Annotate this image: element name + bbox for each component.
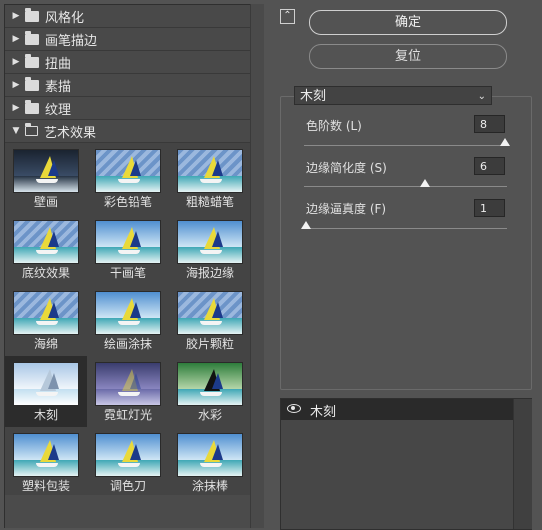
filter-label: 干画笔 xyxy=(109,266,146,280)
folder-icon xyxy=(25,30,39,45)
filter-select-value: 木刻 xyxy=(300,89,327,104)
filter-label: 水彩 xyxy=(197,408,222,422)
category-sketch[interactable]: ▶ 素描 xyxy=(5,74,250,97)
filter-plastic-wrap[interactable]: 塑料包装 xyxy=(5,427,87,495)
filter-label: 霓虹灯光 xyxy=(103,408,152,422)
folder-icon xyxy=(25,99,39,114)
category-brush-strokes[interactable]: ▶ 画笔描边 xyxy=(5,28,250,51)
eye-icon[interactable] xyxy=(287,404,301,413)
effect-layer-name: 木刻 xyxy=(310,405,337,420)
edge-simplicity-input[interactable]: 6 xyxy=(474,157,505,175)
filter-sponge[interactable]: 海绵 xyxy=(5,285,87,356)
filter-label: 胶片颗粒 xyxy=(185,337,234,351)
filter-thumbnail xyxy=(13,149,79,193)
edge-simplicity-slider-track[interactable] xyxy=(304,186,507,187)
filter-colored-pencil[interactable]: 彩色铅笔 xyxy=(87,143,169,214)
filter-settings-panel xyxy=(280,96,532,390)
filter-label: 调色刀 xyxy=(109,479,146,493)
filter-underpainting[interactable]: 底纹效果 xyxy=(5,214,87,285)
filter-thumbnail xyxy=(95,149,161,193)
filter-label: 彩色铅笔 xyxy=(103,195,152,209)
category-label: 风格化 xyxy=(45,10,85,26)
ok-button[interactable]: 确定 xyxy=(309,10,507,35)
filter-palette-knife[interactable]: 调色刀 xyxy=(87,427,169,495)
levels-input[interactable]: 8 xyxy=(474,115,505,133)
param-label-edge-fidelity: 边缘逼真度 (F) xyxy=(306,202,387,216)
filter-smudge-stick[interactable]: 涂抹棒 xyxy=(169,427,250,495)
filter-thumbnail xyxy=(177,362,243,406)
effect-layers-scrollbar[interactable] xyxy=(513,399,532,529)
filter-thumbnail xyxy=(13,362,79,406)
effect-layers-panel: 木刻 xyxy=(280,398,532,530)
filter-thumbnail xyxy=(95,291,161,335)
collapse-up-icon[interactable]: ⌃ xyxy=(280,9,295,24)
folder-icon xyxy=(25,7,39,22)
levels-slider-handle[interactable] xyxy=(500,138,510,146)
category-artistic[interactable]: ▼ 艺术效果 xyxy=(5,120,250,143)
filter-label: 壁画 xyxy=(33,195,58,209)
filter-thumbnail xyxy=(95,433,161,477)
filter-thumbnail xyxy=(177,433,243,477)
gallery-footer xyxy=(4,495,250,528)
filter-label: 塑料包装 xyxy=(21,479,70,493)
category-label: 艺术效果 xyxy=(44,125,97,141)
caret-right-icon[interactable]: ▶ xyxy=(7,34,25,44)
chevron-down-icon: ⌄ xyxy=(477,91,486,102)
filter-poster-edges[interactable]: 海报边缘 xyxy=(169,214,250,285)
caret-down-icon[interactable]: ▼ xyxy=(7,126,25,136)
filter-neon-glow[interactable]: 霓虹灯光 xyxy=(87,356,169,427)
filter-fresco[interactable]: 壁画 xyxy=(5,143,87,214)
filter-film-grain[interactable]: 胶片颗粒 xyxy=(169,285,250,356)
filter-thumbnail xyxy=(95,362,161,406)
edge-fidelity-input[interactable]: 1 xyxy=(474,199,505,217)
filter-label: 海绵 xyxy=(33,337,58,351)
filter-thumbnail xyxy=(13,220,79,264)
filter-thumbnail xyxy=(13,291,79,335)
filter-thumbnail xyxy=(177,291,243,335)
filter-thumbnail xyxy=(177,220,243,264)
reset-button[interactable]: 复位 xyxy=(309,44,507,69)
filter-label: 海报边缘 xyxy=(185,266,234,280)
category-label: 纹理 xyxy=(45,102,72,118)
param-label-edge-simplicity: 边缘简化度 (S) xyxy=(306,161,387,175)
filter-thumbnail xyxy=(95,220,161,264)
category-label: 画笔描边 xyxy=(45,33,98,49)
filter-label: 粗糙蜡笔 xyxy=(185,195,234,209)
edge-simplicity-slider-handle[interactable] xyxy=(420,179,431,187)
filter-select[interactable]: 木刻 ⌄ xyxy=(294,86,492,105)
levels-slider-track[interactable] xyxy=(304,145,507,146)
category-label: 素描 xyxy=(45,79,72,95)
edge-fidelity-slider-handle[interactable] xyxy=(301,221,311,229)
filter-label: 底纹效果 xyxy=(21,266,70,280)
edge-fidelity-slider-track[interactable] xyxy=(304,228,507,229)
effect-layer-row[interactable]: 木刻 xyxy=(281,399,513,420)
category-distort[interactable]: ▶ 扭曲 xyxy=(5,51,250,74)
filter-rough-pastels[interactable]: 粗糙蜡笔 xyxy=(169,143,250,214)
filter-thumbnail xyxy=(177,149,243,193)
filter-cutout[interactable]: 木刻 xyxy=(5,356,87,427)
caret-right-icon[interactable]: ▶ xyxy=(7,80,25,90)
caret-right-icon[interactable]: ▶ xyxy=(7,57,25,67)
folder-icon xyxy=(25,53,39,68)
filter-gallery-panel: ▶ 风格化 ▶ 画笔描边 ▶ 扭曲 ▶ 素描 ▶ 纹理 ▼ 艺术效果 壁画 彩色… xyxy=(4,4,251,496)
filter-thumbnail xyxy=(13,433,79,477)
filter-thumbnail-grid: 壁画 彩色铅笔 粗糙蜡笔 底纹效果 干画笔 海报边缘 海绵 绘画涂抹 胶片颗粒 … xyxy=(5,143,250,495)
filter-paint-daubs[interactable]: 绘画涂抹 xyxy=(87,285,169,356)
filter-label: 绘画涂抹 xyxy=(103,337,152,351)
category-texture[interactable]: ▶ 纹理 xyxy=(5,97,250,120)
caret-right-icon[interactable]: ▶ xyxy=(7,11,25,21)
gallery-scrollbar[interactable] xyxy=(250,4,264,528)
param-label-levels: 色阶数 (L) xyxy=(306,119,362,133)
filter-label: 涂抹棒 xyxy=(191,479,228,493)
folder-open-icon xyxy=(24,123,38,136)
filter-dry-brush[interactable]: 干画笔 xyxy=(87,214,169,285)
category-label: 扭曲 xyxy=(45,56,72,72)
filter-watercolor[interactable]: 水彩 xyxy=(169,356,250,427)
filter-label: 木刻 xyxy=(33,408,58,422)
category-stylize[interactable]: ▶ 风格化 xyxy=(5,5,250,28)
caret-right-icon[interactable]: ▶ xyxy=(7,103,25,113)
folder-icon xyxy=(25,76,39,91)
